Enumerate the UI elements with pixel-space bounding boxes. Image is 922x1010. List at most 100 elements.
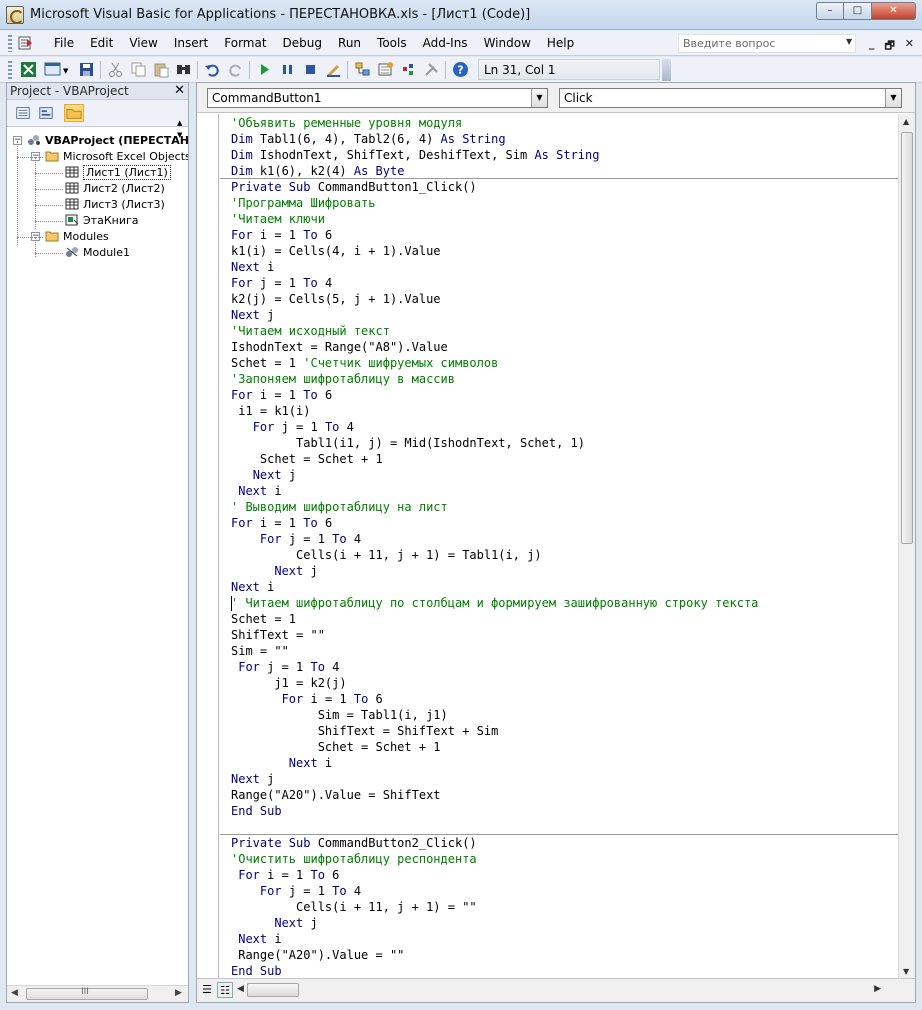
code-scroll-right-icon[interactable]: ▶ xyxy=(874,984,881,994)
reset-icon[interactable] xyxy=(302,61,319,78)
code-line[interactable]: Schet = Schet + 1 xyxy=(231,451,383,467)
code-line[interactable]: ShifText = ShifText + Sim xyxy=(231,723,499,739)
mdi-minimize-button[interactable]: _ xyxy=(869,37,875,56)
view-code-icon[interactable] xyxy=(13,104,33,122)
find-icon[interactable] xyxy=(175,61,192,78)
close-button[interactable]: ✕ xyxy=(872,2,916,20)
minimize-button[interactable]: – xyxy=(816,2,844,20)
code-line[interactable]: For i = 1 To 6 xyxy=(231,515,332,531)
scroll-thumb[interactable]: III xyxy=(26,987,148,1000)
code-line[interactable]: 'Читаем ключи xyxy=(231,211,325,227)
save-icon[interactable] xyxy=(78,61,95,78)
cut-icon[interactable] xyxy=(107,61,124,78)
code-line[interactable]: 'Очистить шифротаблицу респондента xyxy=(231,851,477,867)
code-hscrollbar[interactable]: ◀ ▶ xyxy=(237,982,897,999)
code-line[interactable]: Schet = 1 'Счетчик шифруемых символов xyxy=(231,355,498,371)
code-editor[interactable]: 'Объявить ременные уровня модуля Dim Tabl… xyxy=(220,114,898,979)
code-line[interactable]: End Sub xyxy=(231,963,282,979)
procedure-combo-dropdown-icon[interactable]: ▼ xyxy=(885,89,901,107)
code-line[interactable]: Next i xyxy=(231,579,274,595)
code-line[interactable]: For i = 1 To 6 xyxy=(231,867,339,883)
code-line[interactable]: For i = 1 To 6 xyxy=(231,227,332,243)
code-line[interactable]: For j = 1 To 4 xyxy=(231,659,339,675)
menu-debug[interactable]: Debug xyxy=(275,35,330,52)
scroll-right-icon[interactable]: ▶ xyxy=(175,988,182,998)
code-line[interactable]: 'Запоняем шифротаблицу в массив xyxy=(231,371,455,387)
toolbar-options-icon[interactable] xyxy=(662,59,671,81)
menu-gripper[interactable] xyxy=(8,35,12,52)
code-line[interactable]: Sim = Tabl1(i, j1) xyxy=(231,707,448,723)
tree-node[interactable]: Лист3 (Лист3) xyxy=(65,197,165,213)
code-line[interactable]: Tabl1(i1, j) = Mid(IshodnText, Schet, 1) xyxy=(231,435,585,451)
code-line[interactable]: Next i xyxy=(231,931,281,947)
code-line[interactable]: i1 = k1(i) xyxy=(231,403,310,419)
full-module-view-icon[interactable]: ☷ xyxy=(217,982,233,998)
code-line[interactable]: Next j xyxy=(231,307,274,323)
code-line[interactable]: Sim = "" xyxy=(231,643,289,659)
code-line[interactable]: For j = 1 To 4 xyxy=(231,275,332,291)
menu-help[interactable]: Help xyxy=(539,35,582,52)
procedure-combo[interactable]: Click ▼ xyxy=(559,88,902,108)
menu-format[interactable]: Format xyxy=(216,35,274,52)
insert-dropdown-icon[interactable]: ▼ xyxy=(63,67,68,75)
project-explorer-close-icon[interactable]: ✕ xyxy=(174,83,185,98)
paste-icon[interactable] xyxy=(153,61,170,78)
tree-node[interactable]: Modules xyxy=(45,229,109,245)
insert-userform-icon[interactable] xyxy=(44,61,61,78)
code-line[interactable]: ShifText = "" xyxy=(231,627,325,643)
menu-file[interactable]: File xyxy=(46,35,82,52)
undo-icon[interactable] xyxy=(204,61,221,78)
menu-run[interactable]: Run xyxy=(330,35,369,52)
code-line[interactable]: IshodnText = Range("A8").Value xyxy=(231,339,448,355)
code-line[interactable]: Schet = Schet + 1 xyxy=(231,739,441,755)
procedure-view-icon[interactable]: ☰ xyxy=(199,982,215,998)
code-line[interactable]: Next i xyxy=(231,483,281,499)
menu-insert[interactable]: Insert xyxy=(166,35,216,52)
code-line[interactable]: Schet = 1 xyxy=(231,611,296,627)
tree-node[interactable]: VBAProject (ПЕРЕСТАНО xyxy=(27,133,188,149)
code-line[interactable]: 'Объявить ременные уровня модуля xyxy=(231,115,462,131)
scroll-down-icon[interactable]: ▼ xyxy=(903,967,909,976)
object-browser-icon[interactable] xyxy=(400,61,417,78)
code-line[interactable]: End Sub xyxy=(231,803,282,819)
code-line[interactable]: Cells(i + 11, j + 1) = Tabl1(i, j) xyxy=(231,547,542,563)
menu-view[interactable]: View xyxy=(121,35,165,52)
code-line[interactable]: Next j xyxy=(231,771,274,787)
scroll-left-icon[interactable]: ◀ xyxy=(11,988,18,998)
design-mode-icon[interactable] xyxy=(325,61,342,78)
properties-window-icon[interactable] xyxy=(377,61,394,78)
object-combo[interactable]: CommandButton1 ▼ xyxy=(207,88,548,108)
code-line[interactable]: Range("A20").Value = ShifText xyxy=(231,787,441,803)
code-line[interactable]: j1 = k2(j) xyxy=(231,675,346,691)
code-line[interactable]: Next i xyxy=(231,755,332,771)
code-line[interactable]: Next j xyxy=(231,467,296,483)
code-line[interactable]: Dim IshodnText, ShifText, DeshifText, Si… xyxy=(231,147,599,163)
ask-question-dropdown-icon[interactable]: ▼ xyxy=(846,37,852,46)
toolbar-gripper[interactable] xyxy=(8,61,12,79)
maximize-button[interactable]: □ xyxy=(844,2,872,20)
code-margin[interactable] xyxy=(197,114,219,979)
tree-node[interactable]: ЭтаКнига xyxy=(65,213,139,229)
menu-window[interactable]: Window xyxy=(476,35,539,52)
run-icon[interactable] xyxy=(256,61,273,78)
code-line[interactable]: k2(j) = Cells(5, j + 1).Value xyxy=(231,291,441,307)
code-scroll-left-icon[interactable]: ◀ xyxy=(237,984,244,994)
view-object-icon[interactable] xyxy=(36,104,56,122)
code-line[interactable]: Dim k1(6), k2(4) As Byte xyxy=(231,163,404,179)
menu-add-ins[interactable]: Add-Ins xyxy=(415,35,476,52)
code-line[interactable]: For j = 1 To 4 xyxy=(231,531,361,547)
toolbox-icon[interactable] xyxy=(423,61,440,78)
excel-view-icon[interactable] xyxy=(18,36,34,51)
redo-icon[interactable] xyxy=(227,61,244,78)
tree-node[interactable]: Лист1 (Лист1) xyxy=(65,165,171,181)
code-line[interactable]: Next j xyxy=(231,915,317,931)
break-icon[interactable] xyxy=(279,61,296,78)
view-excel-icon[interactable] xyxy=(20,61,37,78)
code-line[interactable]: Private Sub CommandButton1_Click() xyxy=(231,179,477,195)
ask-question-input[interactable]: Введите вопрос xyxy=(678,34,856,53)
project-tree-hscrollbar[interactable]: ◀ III ▶ xyxy=(7,985,188,1002)
code-line[interactable]: Range("A20").Value = "" xyxy=(231,947,404,963)
code-line[interactable]: Next j xyxy=(231,563,317,579)
code-line[interactable]: Dim Tabl1(6, 4), Tabl2(6, 4) As String xyxy=(231,131,506,147)
object-combo-dropdown-icon[interactable]: ▼ xyxy=(531,89,547,107)
